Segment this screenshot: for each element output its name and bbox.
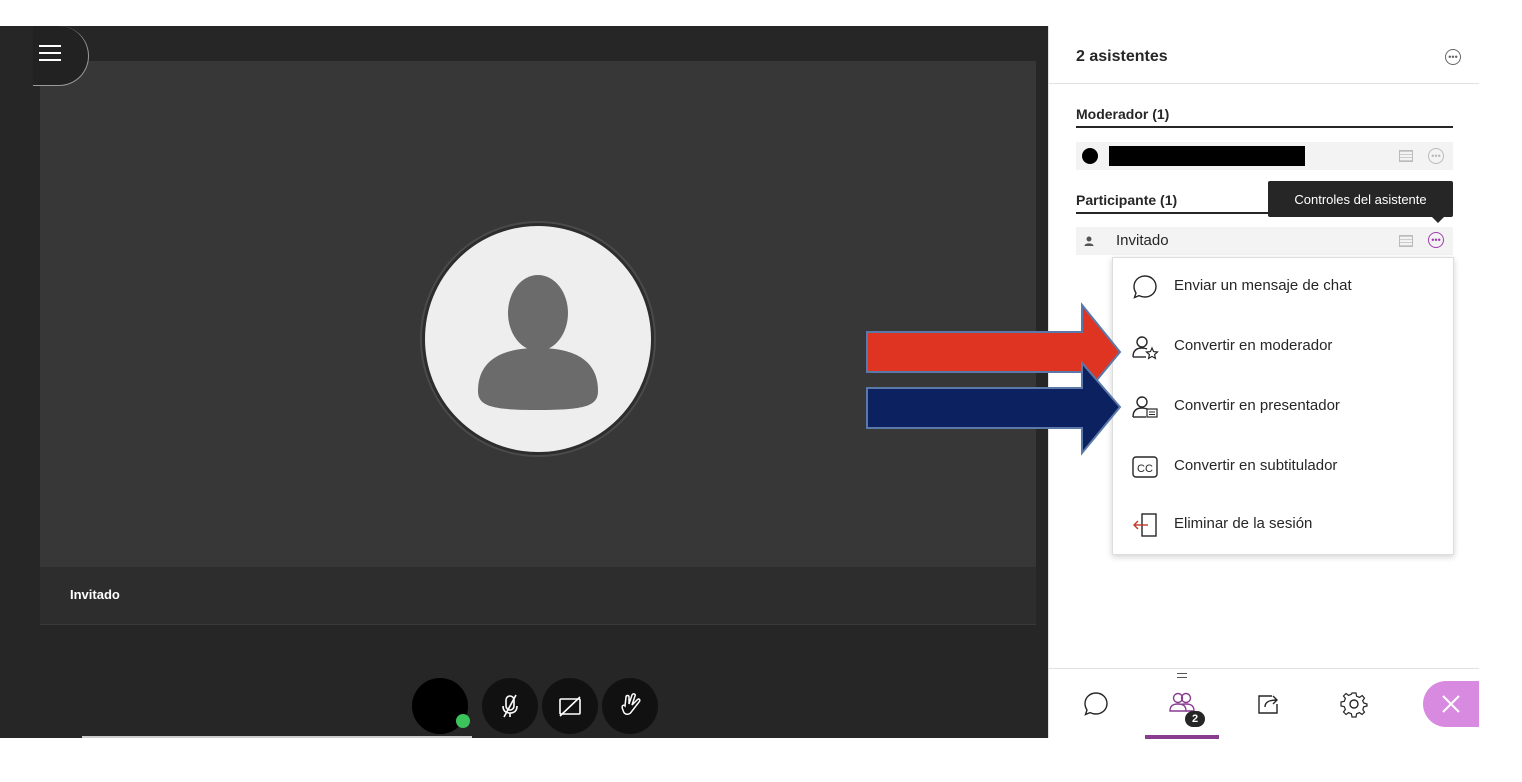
- drag-handle-icon: [1177, 673, 1187, 678]
- presenter-icon: [1132, 396, 1158, 418]
- section-divider: [1076, 126, 1453, 128]
- chat-bubble-icon: [1084, 692, 1108, 716]
- participant-name: Invitado: [70, 587, 120, 602]
- menu-item-label: Eliminar de la sesión: [1174, 515, 1313, 532]
- moderator-row[interactable]: •••: [1076, 142, 1453, 170]
- user-silhouette-icon: [478, 275, 598, 410]
- menu-item-label: Convertir en moderador: [1174, 337, 1333, 354]
- close-panel-button[interactable]: [1423, 681, 1479, 727]
- camera-off-icon: [559, 696, 581, 717]
- participants-header: Participante (1): [1076, 192, 1178, 208]
- attendee-count-badge: 2: [1185, 711, 1205, 727]
- hamburger-icon: [39, 45, 61, 47]
- status-online-icon: [456, 714, 470, 728]
- user-icon: [1084, 236, 1094, 246]
- my-avatar-button[interactable]: [412, 678, 470, 734]
- menu-item-make-presenter[interactable]: Convertir en presentador: [1113, 378, 1455, 436]
- moderator-icon: [1132, 336, 1159, 360]
- panel-title: 2 asistentes: [1076, 48, 1168, 65]
- menu-item-label: Convertir en presentador: [1174, 397, 1340, 414]
- captioner-icon: CC: [1132, 456, 1158, 478]
- panel-more-options-icon[interactable]: •••: [1445, 49, 1461, 65]
- attendee-controls-icon[interactable]: •••: [1428, 232, 1444, 248]
- attendee-controls-tooltip: Controles del asistente: [1268, 181, 1453, 223]
- moderators-header: Moderador (1): [1076, 106, 1170, 122]
- tab-share-content[interactable]: [1225, 669, 1311, 739]
- remove-icon: [1133, 513, 1157, 537]
- stage-bottom-divider: [82, 736, 472, 738]
- gear-icon: [1340, 692, 1368, 718]
- microphone-button[interactable]: [482, 678, 538, 734]
- tab-attendees[interactable]: 2: [1139, 669, 1225, 739]
- raise-hand-icon: [621, 693, 641, 715]
- menu-item-label: Enviar un mensaje de chat: [1174, 277, 1352, 294]
- close-icon: [1442, 695, 1460, 713]
- menu-item-make-captioner[interactable]: CC Convertir en subtitulador: [1113, 438, 1455, 496]
- svg-text:CC: CC: [1137, 463, 1153, 475]
- camera-button[interactable]: [542, 678, 598, 734]
- attendee-controls-menu: Enviar un mensaje de chat Convertir en m…: [1112, 257, 1454, 555]
- raise-hand-button[interactable]: [602, 678, 658, 734]
- blue-arrow-annotation: [866, 360, 1122, 456]
- participant-row[interactable]: Invitado •••: [1076, 227, 1453, 255]
- menu-item-remove-from-session[interactable]: Eliminar de la sesión: [1113, 496, 1455, 554]
- participant-name: Invitado: [1116, 232, 1169, 249]
- tab-settings[interactable]: [1311, 669, 1397, 739]
- microphone-off-icon: [502, 694, 518, 718]
- moderator-avatar: [1082, 148, 1098, 164]
- panel-tab-bar: 2: [1049, 668, 1479, 739]
- menu-item-label: Convertir en subtitulador: [1174, 457, 1338, 474]
- participant-avatar: [422, 223, 654, 455]
- tab-chat[interactable]: [1053, 669, 1139, 739]
- hamburger-icon-line: [39, 52, 61, 54]
- panel-header: 2 asistentes •••: [1049, 26, 1479, 84]
- list-icon: [1399, 235, 1413, 247]
- moderator-more-icon[interactable]: •••: [1428, 148, 1444, 164]
- participant-name-bar: Invitado: [40, 567, 1036, 625]
- hamburger-icon-line: [39, 59, 61, 61]
- chat-bubble-icon: [1133, 275, 1157, 299]
- menu-item-send-chat[interactable]: Enviar un mensaje de chat: [1113, 258, 1455, 316]
- menu-item-make-moderator[interactable]: Convertir en moderador: [1113, 318, 1455, 376]
- list-icon: [1399, 150, 1413, 162]
- share-icon: [1258, 695, 1278, 714]
- redacted-name: [1109, 146, 1305, 166]
